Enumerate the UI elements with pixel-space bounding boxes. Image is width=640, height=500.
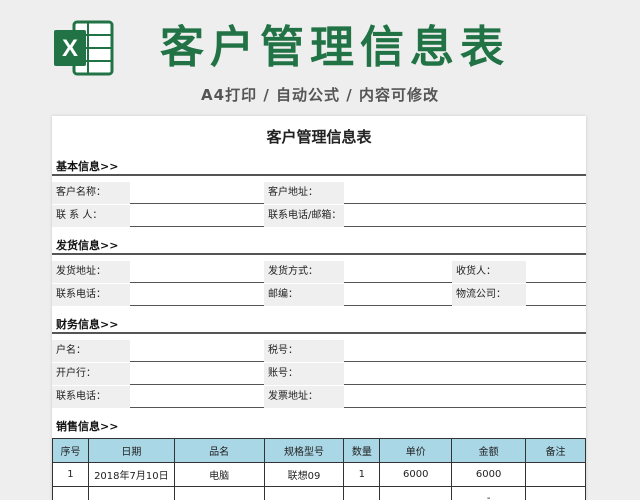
invoice-address-label: 发票地址： bbox=[264, 386, 344, 408]
table-cell[interactable] bbox=[379, 486, 453, 500]
logo-letter: X bbox=[62, 35, 78, 62]
bank-field[interactable] bbox=[130, 363, 264, 385]
col-header: 数量 bbox=[343, 438, 381, 463]
account-no-field[interactable] bbox=[344, 363, 586, 385]
table-cell[interactable]: 6000 bbox=[379, 462, 453, 487]
customer-name-field[interactable] bbox=[130, 182, 264, 204]
col-header: 单价 bbox=[379, 438, 453, 463]
col-header: 金额 bbox=[451, 438, 527, 463]
section-basic-heading: 基本信息>> bbox=[56, 160, 119, 173]
tax-no-field[interactable] bbox=[344, 340, 586, 362]
ship-address-field[interactable] bbox=[130, 261, 264, 283]
contact-field[interactable] bbox=[130, 205, 264, 227]
table-cell[interactable] bbox=[52, 486, 89, 500]
customer-address-label: 客户地址： bbox=[264, 182, 344, 204]
ship-phone-field[interactable] bbox=[130, 284, 264, 306]
table-row: 1 2018年7月10日 电脑 联想09 1 6000 6000 bbox=[52, 462, 586, 487]
table-cell[interactable] bbox=[525, 462, 586, 487]
receiver-label: 收货人： bbox=[452, 261, 526, 283]
table-cell[interactable]: 1 bbox=[343, 462, 381, 487]
customer-address-field[interactable] bbox=[344, 182, 586, 204]
finance-phone-field[interactable] bbox=[130, 386, 264, 408]
postcode-label: 邮编： bbox=[264, 284, 344, 306]
excel-logo-icon: X bbox=[54, 20, 114, 76]
account-name-label: 户名： bbox=[52, 340, 130, 362]
receiver-field[interactable] bbox=[526, 261, 586, 283]
table-cell[interactable] bbox=[525, 486, 586, 500]
table-cell[interactable]: 电脑 bbox=[173, 462, 265, 487]
account-no-label: 账号： bbox=[264, 363, 344, 385]
col-header: 品名 bbox=[173, 438, 265, 463]
table-cell[interactable]: 2018年7月10日 bbox=[87, 462, 175, 487]
table-cell[interactable] bbox=[173, 486, 265, 500]
ship-method-label: 发货方式： bbox=[264, 261, 344, 283]
section-shipping-heading: 发货信息>> bbox=[56, 239, 119, 252]
table-cell[interactable]: 6000 bbox=[451, 462, 527, 487]
section-finance-heading: 财务信息>> bbox=[56, 318, 119, 331]
postcode-field[interactable] bbox=[344, 284, 452, 306]
finance-phone-label: 联系电话： bbox=[52, 386, 130, 408]
page-title: 客户管理信息表 bbox=[160, 22, 510, 73]
col-header: 日期 bbox=[87, 438, 175, 463]
form-sheet: 客户管理信息表 基本信息>> 客户名称： 客户地址： 联 系 人： 联系电话/邮… bbox=[52, 116, 586, 500]
col-header: 备注 bbox=[525, 438, 586, 463]
phone-email-field[interactable] bbox=[344, 205, 586, 227]
table-row: - bbox=[52, 486, 586, 500]
col-header: 序号 bbox=[52, 438, 89, 463]
tax-no-label: 税号： bbox=[264, 340, 344, 362]
table-cell[interactable] bbox=[263, 486, 345, 500]
page-subtitle: A4打印 / 自动公式 / 内容可修改 bbox=[201, 86, 439, 104]
ship-method-field[interactable] bbox=[344, 261, 452, 283]
bank-label: 开户行： bbox=[52, 363, 130, 385]
section-divider bbox=[52, 253, 586, 255]
section-sales-heading: 销售信息>> bbox=[56, 420, 119, 433]
section-divider bbox=[52, 332, 586, 334]
logistics-field[interactable] bbox=[526, 284, 586, 306]
sales-table: 序号 日期 品名 规格型号 数量 单价 金额 备注 1 2018年7月10日 电… bbox=[52, 438, 586, 500]
customer-name-label: 客户名称： bbox=[52, 182, 130, 204]
phone-email-label: 联系电话/邮箱： bbox=[264, 205, 344, 227]
table-cell[interactable]: 联想09 bbox=[263, 462, 345, 487]
account-name-field[interactable] bbox=[130, 340, 264, 362]
table-cell[interactable]: 1 bbox=[52, 462, 89, 487]
table-cell[interactable]: - bbox=[451, 486, 527, 500]
sheet-title: 客户管理信息表 bbox=[266, 128, 372, 146]
ship-phone-label: 联系电话： bbox=[52, 284, 130, 306]
contact-label: 联 系 人： bbox=[52, 205, 130, 227]
logistics-label: 物流公司： bbox=[452, 284, 526, 306]
ship-address-label: 发货地址： bbox=[52, 261, 130, 283]
table-header-row: 序号 日期 品名 规格型号 数量 单价 金额 备注 bbox=[52, 438, 586, 463]
table-cell[interactable] bbox=[343, 486, 381, 500]
section-divider bbox=[52, 174, 586, 176]
table-cell[interactable] bbox=[87, 486, 175, 500]
invoice-address-field[interactable] bbox=[344, 386, 586, 408]
col-header: 规格型号 bbox=[263, 438, 345, 463]
